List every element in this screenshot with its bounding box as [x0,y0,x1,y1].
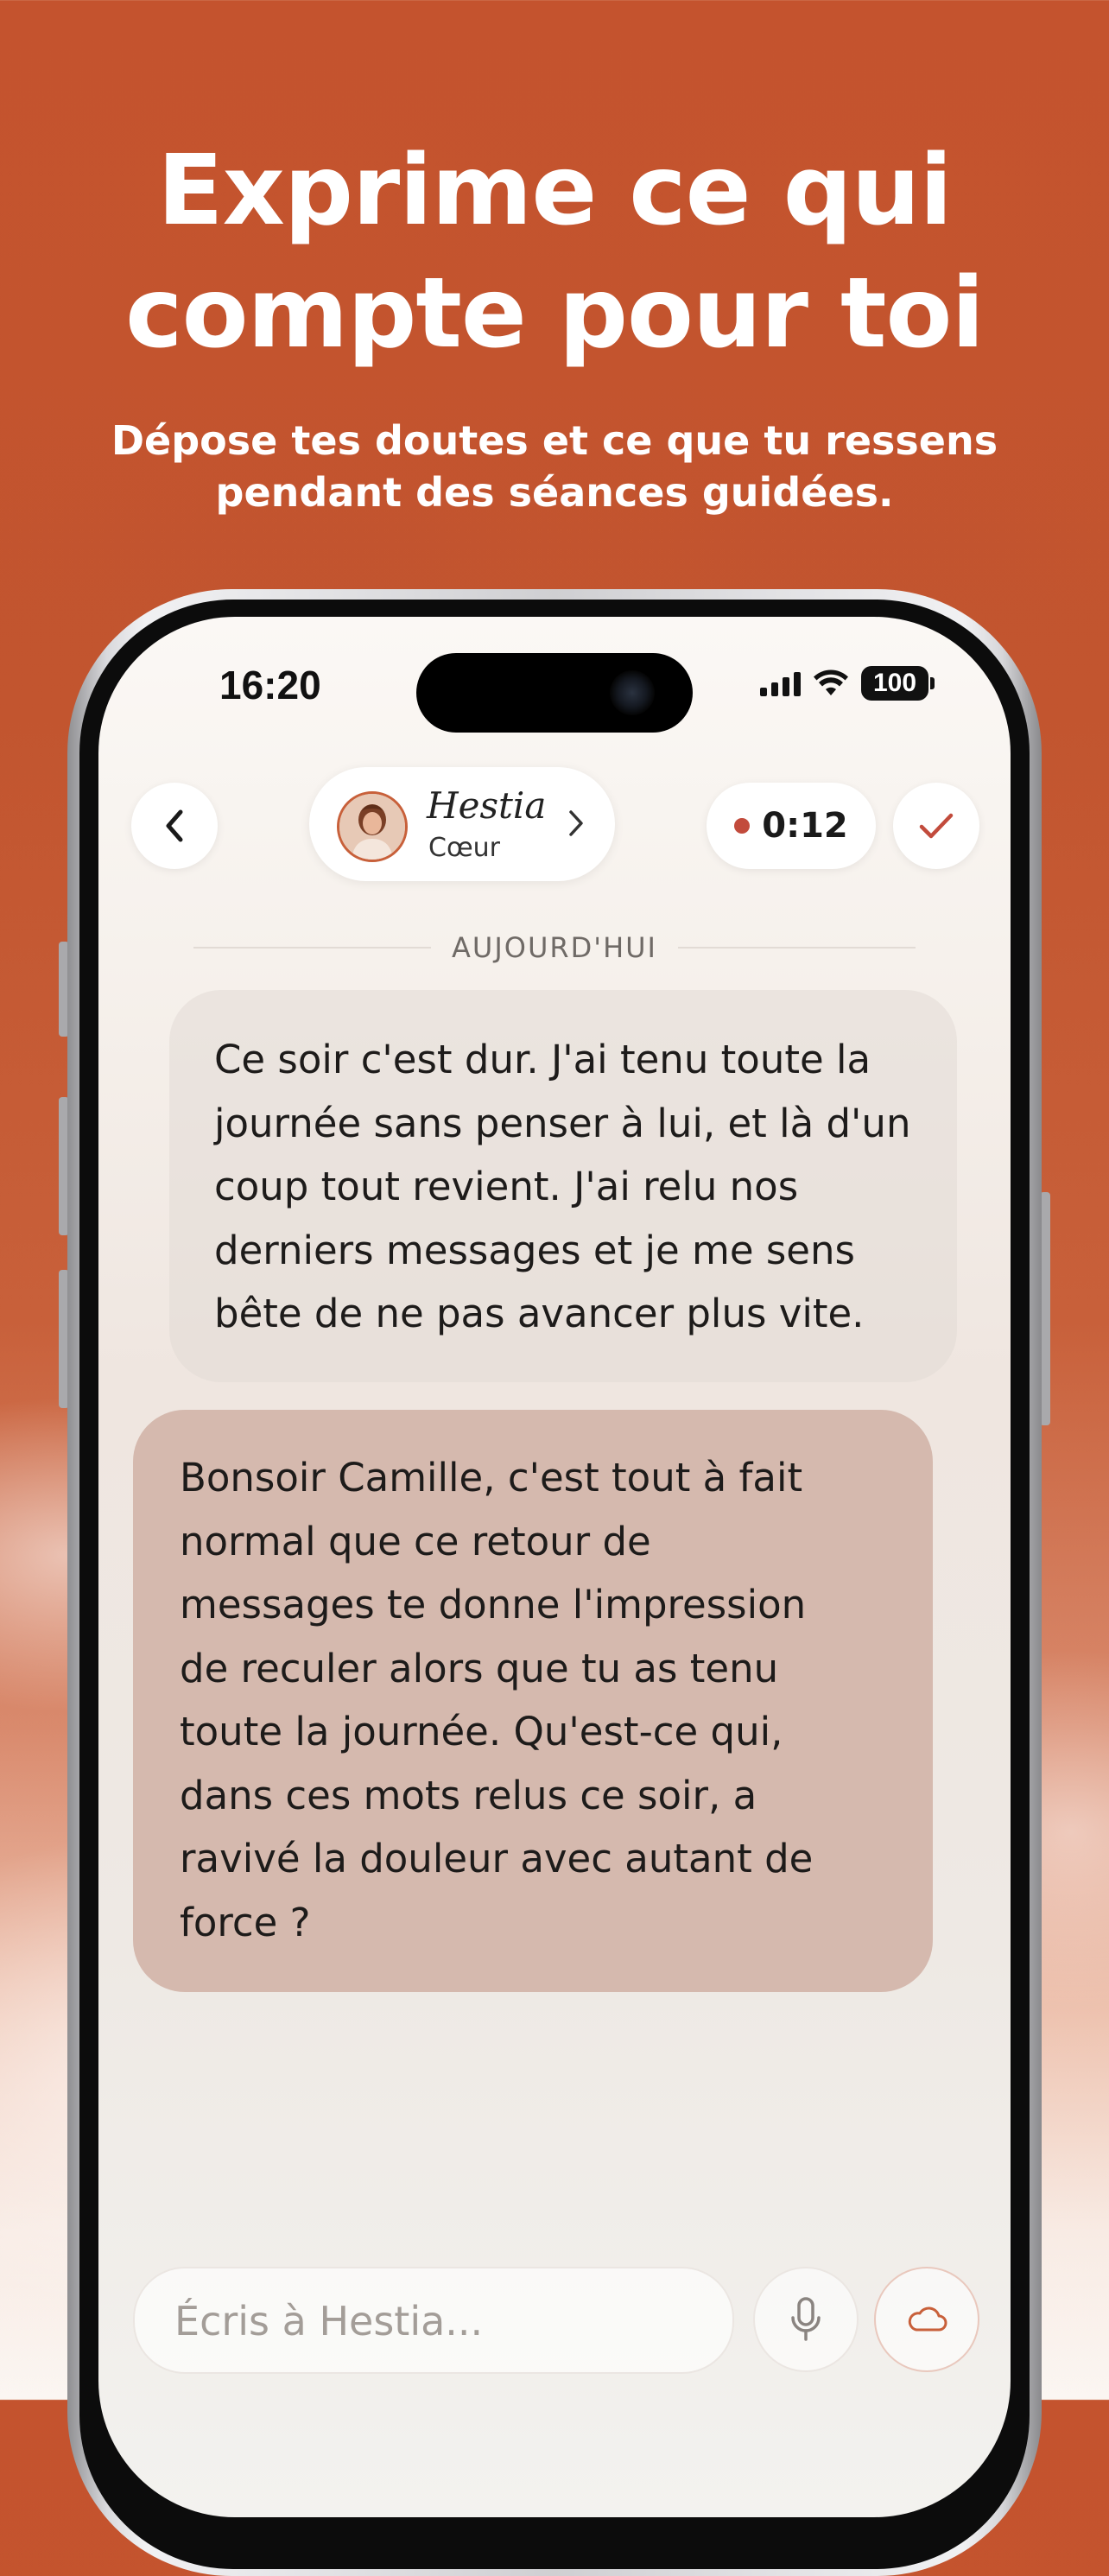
microphone-button[interactable] [753,2267,859,2372]
message-composer [133,2267,734,2374]
cloud-button[interactable] [874,2267,979,2372]
date-separator: AUJOURD'HUI [193,926,916,969]
promo-subline-line: pendant des séances guidées. [215,469,894,516]
message-line: journée sans penser à lui, et là d'un [214,1100,911,1146]
timer-value: 0:12 [762,806,848,846]
promo-headline-line: compte pour toi [125,257,985,370]
message-line: bête de ne pas avancer plus vite. [214,1291,865,1336]
recording-dot-icon [734,818,751,834]
user-message-bubble: Ce soir c'est dur. J'ai tenu toute la jo… [169,990,957,1382]
message-input[interactable] [173,2294,712,2348]
chevron-left-icon [166,809,183,842]
phone-screen: 16:20 100 Hestia Cœur 0:12 AUJOURD'HUI C… [98,617,1011,2517]
persona-name: Hestia [427,784,547,827]
message-line: force ? [180,1899,311,1945]
chevron-right-icon [569,810,583,836]
avatar [337,791,408,862]
message-line: messages te donne l'impression [180,1582,807,1627]
promo-headline-line: Exprime ce qui [157,135,953,247]
promo-subline: Dépose tes doutes et ce que tu ressens p… [78,415,1031,518]
message-line: normal que ce retour de [180,1518,651,1564]
check-icon [919,813,954,839]
message-text: Ce soir c'est dur. J'ai tenu toute la jo… [214,1028,931,1346]
message-line: Ce soir c'est dur. J'ai tenu toute la [214,1037,871,1082]
status-time: 16:20 [219,663,321,707]
date-label: AUJOURD'HUI [452,931,657,964]
promo-headline: Exprime ce qui compte pour toi [0,130,1109,375]
done-button[interactable] [893,783,979,869]
cellular-signal-icon [760,670,801,696]
persona-role: Cœur [428,833,500,863]
message-line: dans ces mots relus ce soir, a [180,1772,757,1818]
persona-selector[interactable]: Hestia Cœur [309,767,615,881]
message-line: coup tout revient. J'ai relu nos [214,1164,799,1209]
status-indicators: 100 [760,663,935,703]
battery-level: 100 [861,666,928,701]
message-line: Bonsoir Camille, c'est tout à fait [180,1455,803,1501]
assistant-message-bubble: Bonsoir Camille, c'est tout à fait norma… [133,1410,933,1992]
wifi-icon [814,669,848,695]
back-button[interactable] [131,783,218,869]
message-line: de reculer alors que tu as tenu [180,1645,779,1691]
front-camera [610,670,655,715]
session-timer: 0:12 [707,783,876,869]
microphone-icon [791,2297,821,2341]
cloud-icon [908,2306,947,2332]
message-line: ravivé la douleur avec autant de [180,1836,814,1881]
message-line: toute la journée. Qu'est-ce qui, [180,1709,783,1754]
battery-icon: 100 [861,666,935,701]
message-line: derniers messages et je me sens [214,1227,855,1273]
promo-subline-line: Dépose tes doutes et ce que tu ressens [111,417,998,464]
message-text: Bonsoir Camille, c'est tout à fait norma… [180,1446,914,1954]
